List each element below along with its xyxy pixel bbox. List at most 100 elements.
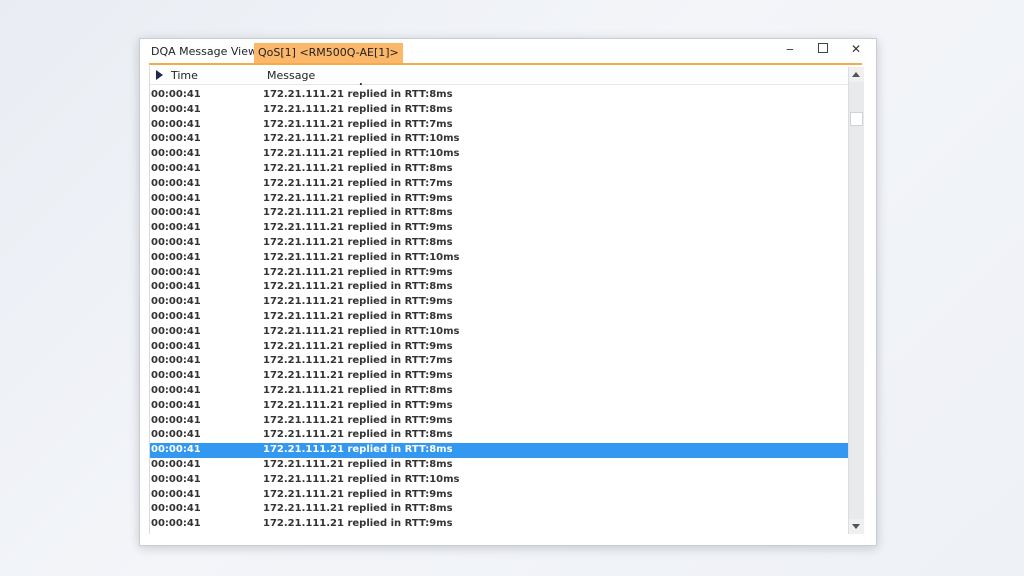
- row-time: 00:00:41: [151, 207, 201, 219]
- dqa-message-view-window: DQA Message View:1 QoS[1] <RM500Q-AE[1]>…: [139, 38, 877, 546]
- table-row[interactable]: 00:00:41 172.21.111.21 replied in RTT:9ms: [150, 399, 848, 414]
- row-time: 00:00:41: [151, 488, 201, 500]
- table-row[interactable]: 00:00:41 172.21.111.21 replied in RTT:10m…: [150, 147, 848, 162]
- table-row[interactable]: 00:00:41 172.21.111.21 replied in RTT:8ms: [150, 88, 848, 103]
- table-row[interactable]: 00:00:41 172.21.111.21 replied in RTT:10m…: [150, 132, 848, 147]
- row-time: 00:00:41: [151, 177, 201, 189]
- table-row[interactable]: 00:00:41 172.21.111.21 replied in RTT:7ms: [150, 354, 848, 369]
- row-time: 00:00:41: [151, 118, 201, 130]
- table-row[interactable]: 00:00:41 172.21.111.21 replied in RTT:9ms: [150, 266, 848, 281]
- row-time: 00:00:41: [151, 429, 201, 441]
- table-row[interactable]: 00:00:41 172.21.111.21 replied in RTT:8ms: [150, 280, 848, 295]
- vertical-scrollbar[interactable]: [848, 67, 864, 534]
- column-header-message[interactable]: Message: [267, 69, 315, 82]
- row-time: 00:00:41: [151, 503, 201, 515]
- row-time: 00:00:41: [151, 310, 201, 322]
- row-time: 00:00:41: [151, 266, 201, 278]
- row-time: 00:00:41: [151, 281, 201, 293]
- table-row[interactable]: 00:00:41 172.21.111.21 replied in RTT:8ms: [150, 236, 848, 251]
- row-time: 00:00:41: [151, 296, 201, 308]
- table-row[interactable]: 00:00:41 172.21.111.21 replied in RTT:9ms: [150, 340, 848, 355]
- row-message: 172.21.111.21 replied in RTT:10ms: [263, 251, 460, 263]
- table-row[interactable]: 00:00:41 172.21.111.21 replied in RTT:8ms: [150, 502, 848, 517]
- table-row[interactable]: 00:00:41 172.21.111.21 replied in RTT:8ms: [150, 384, 848, 399]
- row-time: 00:00:41: [151, 518, 201, 530]
- maximize-button[interactable]: [812, 41, 834, 57]
- row-message: 172.21.111.21 replied in RTT:10ms: [263, 148, 460, 160]
- table-row[interactable]: 00:00:41 172.21.111.21 replied in RTT:7ms: [150, 177, 848, 192]
- row-message: 172.21.111.21 replied in RTT:10ms: [263, 133, 460, 145]
- table-row[interactable]: 00:00:41 172.21.111.21 replied in RTT:9ms: [150, 414, 848, 429]
- row-message: 172.21.111.21 replied in RTT:9ms: [263, 399, 453, 411]
- row-time: 00:00:41: [151, 222, 201, 234]
- table-row[interactable]: 00:00:41 172.21.111.21 replied in RTT:10m…: [150, 251, 848, 266]
- close-button[interactable]: ✕: [845, 41, 867, 57]
- row-message: 172.21.111.21 replied in RTT:9ms: [263, 340, 453, 352]
- table-row[interactable]: 00:00:41 172.21.111.21 replied in RTT:10m…: [150, 473, 848, 488]
- play-arrow-icon: [156, 70, 163, 80]
- row-message: 172.21.111.21 replied in RTT:9ms: [263, 296, 453, 308]
- row-time: 00:00:41: [151, 473, 201, 485]
- row-time: 00:00:41: [151, 162, 201, 174]
- table-row[interactable]: 00:00:41 172.21.111.21 replied in RTT:10m…: [150, 325, 848, 340]
- window-title: DQA Message View:1: [151, 45, 268, 58]
- table-row[interactable]: 00:00:41 172.21.111.21 replied in RTT:9ms: [150, 369, 848, 384]
- table-row[interactable]: 00:00:41 172.21.111.21 replied in RTT:8ms: [150, 206, 848, 221]
- row-message: 172.21.111.21 replied in RTT:8ms: [263, 162, 453, 174]
- row-message: 172.21.111.21 replied in RTT:7ms: [263, 177, 453, 189]
- row-time: 00:00:41: [151, 414, 201, 426]
- table-row[interactable]: 00:00:41 172.21.111.21 replied in RTT:9ms: [150, 295, 848, 310]
- row-message: 172.21.111.21 replied in RTT:8ms: [263, 458, 453, 470]
- row-message: 172.21.111.21 replied in RTT:10ms: [263, 473, 460, 485]
- row-time: 00:00:41: [151, 325, 201, 337]
- row-time: 00:00:41: [151, 192, 201, 204]
- row-message: 172.21.111.21 replied in RTT:8ms: [263, 103, 453, 115]
- row-message: 172.21.111.21 replied in RTT:9ms: [263, 222, 453, 234]
- row-message: 172.21.111.21 replied in RTT:9ms: [263, 414, 453, 426]
- row-message: 172.21.111.21 replied in RTT:10ms: [263, 325, 460, 337]
- partial-row: 00:00:41 172.21.111.21 replied in RTT:8m…: [151, 83, 841, 87]
- row-message: 172.21.111.21 replied in RTT:8ms: [263, 281, 453, 293]
- table-body: 00:00:41 172.21.111.21 replied in RTT:8ms…: [150, 88, 848, 532]
- tab-underline: [149, 63, 862, 65]
- row-time: 00:00:41: [151, 251, 201, 263]
- row-message: 172.21.111.21 replied in RTT:8ms: [263, 236, 453, 248]
- table-row[interactable]: 00:00:41 172.21.111.21 replied in RTT:8ms: [150, 428, 848, 443]
- scroll-down-button[interactable]: [849, 519, 864, 534]
- row-time: 00:00:41: [151, 458, 201, 470]
- row-time: 00:00:41: [151, 355, 201, 367]
- column-header-time[interactable]: Time: [171, 69, 198, 82]
- table-row[interactable]: 00:00:41 172.21.111.21 replied in RTT:8ms: [150, 103, 848, 118]
- table-row[interactable]: 00:00:41 172.21.111.21 replied in RTT:7ms: [150, 118, 848, 133]
- table-row[interactable]: 00:00:41 172.21.111.21 replied in RTT:8ms: [150, 162, 848, 177]
- tab-qos[interactable]: QoS[1] <RM500Q-AE[1]>: [254, 43, 403, 63]
- scroll-up-button[interactable]: [849, 67, 864, 82]
- title-bar: DQA Message View:1 QoS[1] <RM500Q-AE[1]>…: [140, 39, 876, 63]
- row-message: 172.21.111.21 replied in RTT:8ms: [263, 429, 453, 441]
- row-time: 00:00:41: [151, 133, 201, 145]
- row-time: 00:00:41: [151, 399, 201, 411]
- table-row[interactable]: 00:00:41 172.21.111.21 replied in RTT:8ms: [150, 310, 848, 325]
- row-message: 172.21.111.21 replied in RTT:8ms: [263, 503, 453, 515]
- table-row[interactable]: 00:00:41 172.21.111.21 replied in RTT:9ms: [150, 221, 848, 236]
- table-row[interactable]: 00:00:41 172.21.111.21 replied in RTT:9ms: [150, 488, 848, 503]
- row-message: 172.21.111.21 replied in RTT:9ms: [263, 192, 453, 204]
- partial-row-message: 172.21.111.21 replied in RTT:8ms: [263, 83, 453, 86]
- minimize-button[interactable]: ‒: [779, 41, 801, 57]
- table-row[interactable]: 00:00:41 172.21.111.21 replied in RTT:9ms: [150, 192, 848, 207]
- row-message: 172.21.111.21 replied in RTT:8ms: [263, 310, 453, 322]
- table-row[interactable]: 00:00:41 172.21.111.21 replied in RTT:8ms: [150, 458, 848, 473]
- row-time: 00:00:41: [151, 148, 201, 160]
- scrollbar-thumb[interactable]: [850, 112, 863, 126]
- row-message: 172.21.111.21 replied in RTT:9ms: [263, 266, 453, 278]
- maximize-icon: [818, 43, 828, 53]
- table-row[interactable]: 00:00:41 172.21.111.21 replied in RTT:9ms: [150, 517, 848, 532]
- row-time: 00:00:41: [151, 340, 201, 352]
- row-time: 00:00:41: [151, 236, 201, 248]
- row-time: 00:00:41: [151, 384, 201, 396]
- row-message: 172.21.111.21 replied in RTT:8ms: [263, 444, 453, 456]
- row-time: 00:00:41: [151, 444, 201, 456]
- row-time: 00:00:41: [151, 370, 201, 382]
- row-message: 172.21.111.21 replied in RTT:9ms: [263, 370, 453, 382]
- table-row[interactable]: 00:00:41 172.21.111.21 replied in RTT:8ms: [150, 443, 848, 458]
